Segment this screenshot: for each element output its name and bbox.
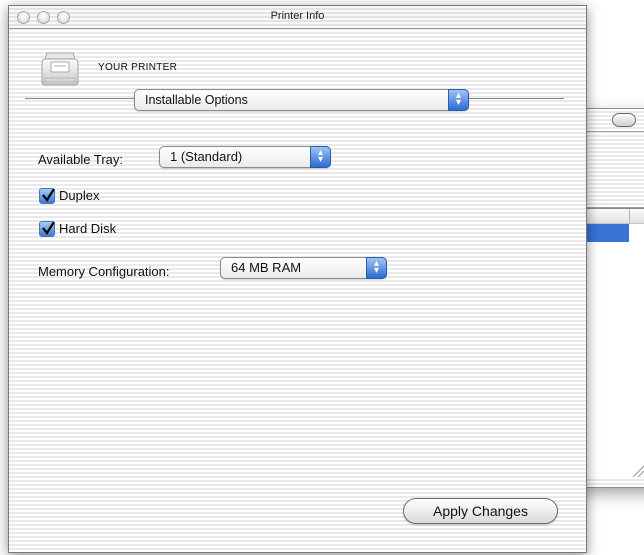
resize-grip-icon[interactable] [631, 465, 644, 477]
background-window[interactable] [580, 108, 644, 488]
chevron-updown-icon: ▴ ▾ [366, 257, 387, 279]
checkmark-icon [42, 188, 55, 202]
available-tray-popup[interactable]: 1 (Standard) ▴ ▾ [159, 146, 331, 168]
apply-changes-button[interactable]: Apply Changes [403, 498, 558, 524]
toolbar-toggle-button[interactable] [612, 113, 636, 127]
chevron-updown-icon: ▴ ▾ [310, 146, 331, 168]
available-tray-label: Available Tray: [38, 152, 124, 167]
background-window-titlebar[interactable] [581, 109, 644, 132]
background-window-list[interactable] [581, 208, 644, 477]
view-popup[interactable]: Installable Options ▴ ▾ [134, 89, 469, 111]
printer-name: YOUR PRINTER [98, 62, 178, 73]
duplex-checkbox[interactable] [39, 188, 55, 204]
hard-disk-label[interactable]: Hard Disk [59, 221, 116, 236]
selected-list-row[interactable] [581, 224, 629, 242]
printer-info-window: Printer Info YOUR PRINTER Installable Op… [8, 5, 587, 553]
list-header [581, 209, 644, 224]
view-popup-value: Installable Options [145, 93, 248, 107]
title-bar[interactable]: Printer Info [9, 6, 586, 29]
duplex-label[interactable]: Duplex [59, 188, 99, 203]
apply-changes-label: Apply Changes [433, 503, 528, 519]
window-title: Printer Info [270, 10, 325, 22]
available-tray-value: 1 (Standard) [170, 149, 243, 164]
hard-disk-checkbox[interactable] [39, 221, 55, 237]
memory-configuration-popup[interactable]: 64 MB RAM ▴ ▾ [220, 257, 387, 279]
printer-icon [41, 52, 79, 86]
checkmark-icon [42, 221, 55, 235]
memory-configuration-label: Memory Configuration: [38, 264, 170, 279]
memory-configuration-value: 64 MB RAM [231, 260, 302, 275]
chevron-updown-icon: ▴ ▾ [448, 89, 469, 111]
